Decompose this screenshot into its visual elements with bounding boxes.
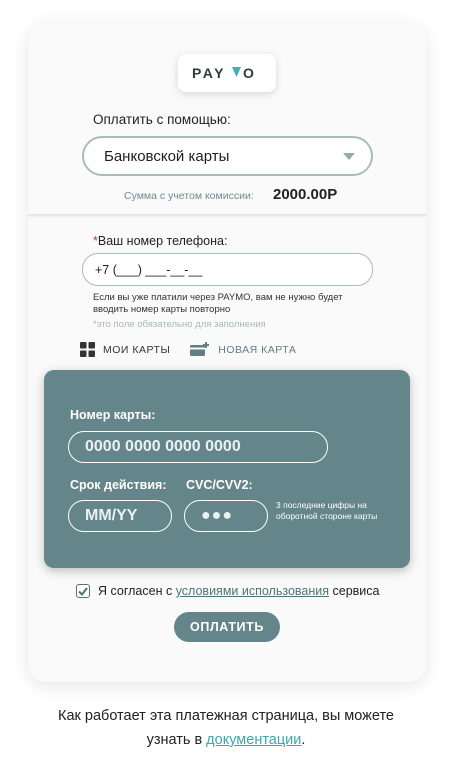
tab-my-cards[interactable]: МОИ КАРТЫ bbox=[80, 342, 170, 357]
documentation-link[interactable]: документации bbox=[206, 732, 301, 748]
phone-label-text: Ваш номер телефона: bbox=[97, 234, 228, 248]
required-note: *это поле обязательно для заполнения bbox=[93, 319, 266, 330]
phone-input[interactable] bbox=[82, 253, 373, 286]
add-card-icon bbox=[190, 342, 210, 356]
payment-method-select[interactable]: Банковской карты bbox=[82, 136, 373, 176]
amount-label: Сумма с учетом комиссии: bbox=[124, 190, 254, 202]
payment-method-label: Оплатить с помощью: bbox=[93, 112, 231, 127]
terms-link[interactable]: условиями использования bbox=[176, 584, 329, 598]
tab-my-cards-label: МОИ КАРТЫ bbox=[103, 343, 171, 356]
cvc-hint: 3 последние цифры на оборотной стороне к… bbox=[276, 500, 378, 521]
expiry-input[interactable]: ММ/YY bbox=[68, 500, 172, 532]
grid-icon bbox=[80, 342, 95, 357]
phone-label: *Ваш номер телефона: bbox=[93, 234, 227, 248]
payment-method-value: Банковской карты bbox=[104, 147, 230, 165]
card-number-input[interactable]: 0000 0000 0000 0000 bbox=[68, 431, 328, 463]
check-icon bbox=[78, 586, 88, 596]
tab-new-card-label: НОВАЯ КАРТА bbox=[218, 343, 297, 356]
footer-text-end: . bbox=[301, 732, 306, 748]
expiry-label: Срок действия: bbox=[70, 478, 167, 492]
tab-new-card[interactable]: НОВАЯ КАРТА bbox=[190, 342, 296, 357]
svg-text:O: O bbox=[243, 65, 254, 81]
amount-value: 2000.00Р bbox=[273, 186, 338, 203]
card-form: Номер карты: 0000 0000 0000 0000 Срок де… bbox=[44, 370, 410, 568]
paymo-logo-mark: PAY O bbox=[192, 65, 254, 81]
payment-card: PAY O Оплатить с помощью: Банковской кар… bbox=[28, 22, 426, 682]
cvc-input[interactable]: ●●● bbox=[184, 500, 268, 532]
section-divider bbox=[28, 214, 426, 216]
footer-text: Как работает эта платежная страница, вы … bbox=[40, 704, 412, 752]
card-tabs: МОИ КАРТЫ НОВАЯ КАРТА bbox=[80, 342, 296, 357]
chevron-down-icon bbox=[343, 153, 355, 160]
cvc-label: CVC/CVV2: bbox=[186, 478, 253, 492]
card-number-label: Номер карты: bbox=[70, 408, 156, 422]
agreement-checkbox[interactable] bbox=[76, 584, 90, 598]
pay-button[interactable]: ОПЛАТИТЬ bbox=[174, 612, 280, 642]
phone-hint: Если вы уже платили через PAYMO, вам не … bbox=[93, 292, 343, 315]
agreement-prefix: Я согласен с bbox=[98, 584, 176, 598]
svg-text:PAY: PAY bbox=[192, 65, 226, 81]
agreement-row: Я согласен с условиями использования сер… bbox=[76, 584, 379, 598]
agreement-suffix: сервиса bbox=[329, 584, 380, 598]
paymo-logo: PAY O bbox=[178, 54, 276, 92]
